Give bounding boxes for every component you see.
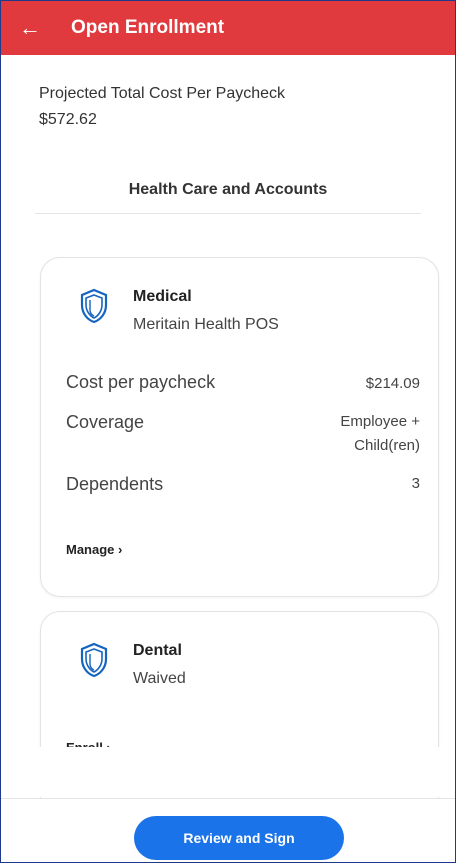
back-arrow-icon[interactable]: ← (19, 17, 41, 39)
shield-icon (80, 288, 108, 324)
page-title: Open Enrollment (71, 17, 225, 38)
medical-card: Medical Meritain Health POS Cost per pay… (40, 257, 439, 597)
review-and-sign-button[interactable]: Review and Sign (134, 816, 344, 860)
medical-plan-name: Meritain Health POS (133, 316, 279, 333)
section-title: Health Care and Accounts (128, 181, 328, 198)
cost-per-paycheck-label: Cost per paycheck (66, 372, 216, 392)
dental-plan-status: Waived (133, 670, 186, 687)
projected-cost-block: Projected Total Cost Per Paycheck $572.6… (1, 55, 455, 129)
shield-icon (80, 642, 108, 678)
coverage-value-line2: Child(ren) (354, 437, 420, 454)
content-fade (1, 747, 455, 797)
dependents-label: Dependents (66, 474, 164, 494)
manage-link[interactable]: Manage › (66, 542, 122, 557)
app-header: ← Open Enrollment (1, 1, 455, 55)
dental-plan-title: Dental (133, 642, 182, 659)
section-divider (35, 213, 421, 214)
coverage-label: Coverage (66, 412, 145, 432)
medical-plan-title: Medical (133, 288, 192, 305)
bottom-action-bar: Review and Sign (1, 798, 455, 862)
coverage-value-line1: Employee + (340, 413, 420, 430)
projected-cost-label: Projected Total Cost Per Paycheck (39, 85, 286, 102)
cost-per-paycheck-value: $214.09 (365, 375, 420, 392)
projected-cost-value: $572.62 (39, 111, 97, 128)
dependents-value: 3 (411, 475, 420, 492)
app-frame: ← Open Enrollment Projected Total Cost P… (0, 0, 456, 863)
